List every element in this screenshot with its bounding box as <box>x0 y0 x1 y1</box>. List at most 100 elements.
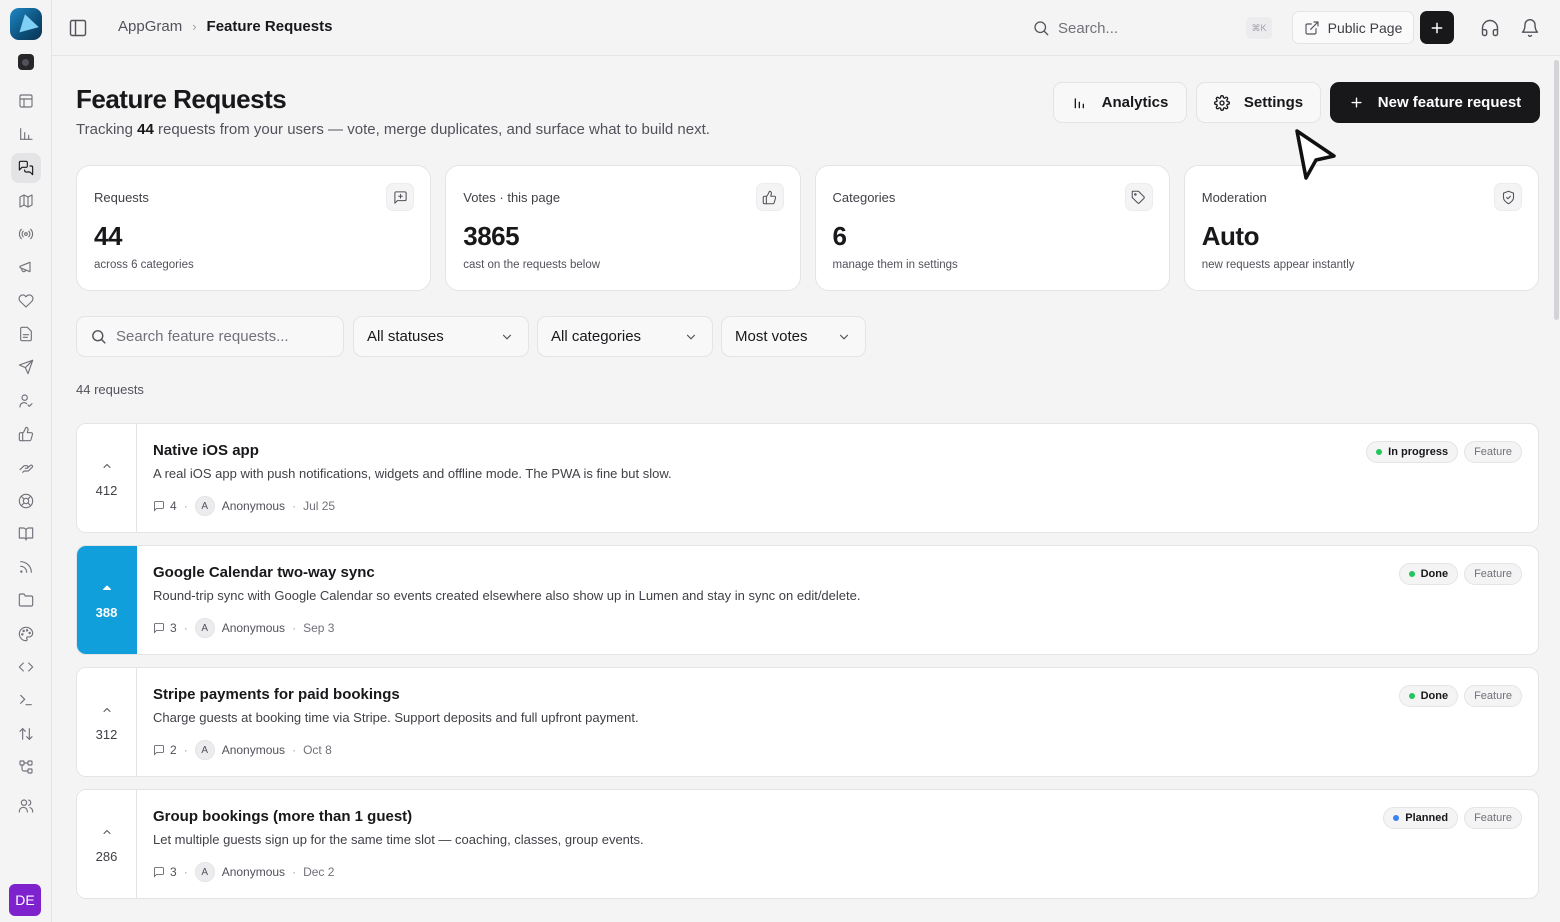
request-description: Charge guests at booking time via Stripe… <box>153 710 639 725</box>
megaphone-icon <box>18 262 31 273</box>
stat-value: 6 <box>832 221 847 251</box>
nav-integrations[interactable] <box>11 752 41 782</box>
send-icon <box>18 360 33 375</box>
type-badge: Feature <box>1464 807 1522 829</box>
global-search[interactable]: Search... ⌘K <box>1032 14 1272 42</box>
upvote-button[interactable]: 312 <box>77 668 137 776</box>
nav-broadcast[interactable] <box>11 219 41 249</box>
author-name: Anonymous <box>221 621 286 635</box>
nav-docs[interactable] <box>11 519 41 549</box>
support-chat-button[interactable] <box>1480 18 1500 38</box>
request-date: Oct 8 <box>303 743 332 757</box>
nav-votes[interactable] <box>11 419 41 449</box>
sort-select-value: Most votes <box>735 328 808 345</box>
user-avatar[interactable]: DE <box>9 884 41 916</box>
search-icon <box>1034 21 1049 36</box>
nav-rss[interactable] <box>11 552 41 582</box>
category-select[interactable]: All categories <box>537 316 713 357</box>
request-title[interactable]: Stripe payments for paid bookings <box>153 686 400 703</box>
request-row[interactable]: 286 Group bookings (more than 1 guest) L… <box>76 789 1539 899</box>
comment-count: 3 <box>170 865 177 879</box>
palette-icon <box>18 626 33 641</box>
nav-changelog[interactable] <box>11 319 41 349</box>
hand-heart-icon <box>18 464 33 474</box>
scrollbar-thumb[interactable] <box>1554 60 1559 320</box>
status-select[interactable]: All statuses <box>353 316 529 357</box>
upvote-button[interactable]: 388 <box>77 546 137 654</box>
author-avatar: A <box>194 862 215 882</box>
meta-separator: · <box>183 743 188 757</box>
page-scrollbar[interactable] <box>1552 56 1560 922</box>
nav-files[interactable] <box>11 585 41 615</box>
nav-favorites[interactable] <box>11 286 41 316</box>
request-count: 44 requests <box>76 382 144 397</box>
meta-separator: · <box>183 865 188 879</box>
nav-analytics[interactable] <box>11 119 41 149</box>
bar-chart-icon <box>1074 97 1084 108</box>
request-title[interactable]: Google Calendar two-way sync <box>153 564 375 581</box>
nav-feature-requests[interactable] <box>10 152 41 183</box>
nav-api[interactable] <box>11 685 41 715</box>
nav-theme[interactable] <box>11 619 41 649</box>
nav-roadmap[interactable] <box>11 186 41 216</box>
request-row[interactable]: 388 Google Calendar two-way sync Round-t… <box>76 545 1539 655</box>
app-logo[interactable] <box>9 8 42 40</box>
feature-search-input[interactable] <box>116 328 326 345</box>
upvote-button[interactable]: 286 <box>77 790 137 898</box>
book-open-icon <box>18 527 33 541</box>
breadcrumb-root[interactable]: AppGram <box>118 18 182 35</box>
file-text-icon <box>19 326 32 342</box>
stat-card-votes: Votes · this page 3865 cast on the reque… <box>445 165 801 291</box>
author-avatar: A <box>194 618 215 638</box>
notifications-button[interactable] <box>1520 18 1540 38</box>
meta-separator: · <box>292 865 297 879</box>
settings-button[interactable]: Settings <box>1196 82 1321 123</box>
chevron-up-icon <box>101 459 113 477</box>
request-date: Dec 2 <box>303 865 335 879</box>
workspace-icon[interactable] <box>17 54 34 70</box>
workflow-icon <box>18 760 33 774</box>
analytics-button[interactable]: Analytics <box>1053 82 1187 123</box>
new-feature-request-button[interactable]: New feature request <box>1330 82 1540 123</box>
upvote-button[interactable]: 412 <box>77 424 137 532</box>
analytics-label: Analytics <box>1101 94 1169 111</box>
nav-support[interactable] <box>11 452 41 482</box>
feature-search[interactable] <box>76 316 344 357</box>
meta-separator: · <box>292 621 297 635</box>
comment-icon <box>154 623 164 634</box>
type-badge: Feature <box>1464 441 1522 463</box>
request-badges: Done Feature <box>1398 685 1522 707</box>
request-date: Jul 25 <box>303 499 336 513</box>
nav-team[interactable] <box>11 791 41 821</box>
stat-note: manage them in settings <box>832 259 958 271</box>
vote-count: 412 <box>95 482 118 498</box>
request-meta: 2 · A Anonymous · Oct 8 <box>153 740 332 760</box>
sort-select[interactable]: Most votes <box>721 316 866 357</box>
nav-dashboard[interactable] <box>11 86 41 116</box>
radio-icon <box>18 228 33 240</box>
search-shortcut-badge: ⌘K <box>1246 17 1272 39</box>
settings-label: Settings <box>1243 94 1304 111</box>
page-title: Feature Requests <box>76 84 287 114</box>
bar-chart-icon <box>19 128 33 141</box>
stat-label: Votes · this page <box>463 190 561 205</box>
public-page-button[interactable]: Public Page <box>1292 11 1414 44</box>
nav-import-export[interactable] <box>11 719 41 749</box>
nav-announcements[interactable] <box>11 252 41 282</box>
quick-add-button[interactable] <box>1420 11 1454 44</box>
request-row[interactable]: 312 Stripe payments for paid bookings Ch… <box>76 667 1539 777</box>
meta-separator: · <box>292 499 297 513</box>
nav-embed[interactable] <box>11 652 41 682</box>
request-title[interactable]: Native iOS app <box>153 442 259 459</box>
request-row[interactable]: 412 Native iOS app A real iOS app with p… <box>76 423 1539 533</box>
nav-send[interactable] <box>11 352 41 382</box>
nav-users[interactable] <box>11 386 41 416</box>
request-list: 412 Native iOS app A real iOS app with p… <box>76 423 1539 911</box>
author-name: Anonymous <box>221 743 286 757</box>
sidebar-toggle-button[interactable] <box>68 18 88 38</box>
meta-separator: · <box>292 743 297 757</box>
nav-help-center[interactable] <box>11 486 41 516</box>
meta-separator: · <box>183 621 188 635</box>
layout-icon <box>18 94 33 108</box>
request-title[interactable]: Group bookings (more than 1 guest) <box>153 808 412 825</box>
